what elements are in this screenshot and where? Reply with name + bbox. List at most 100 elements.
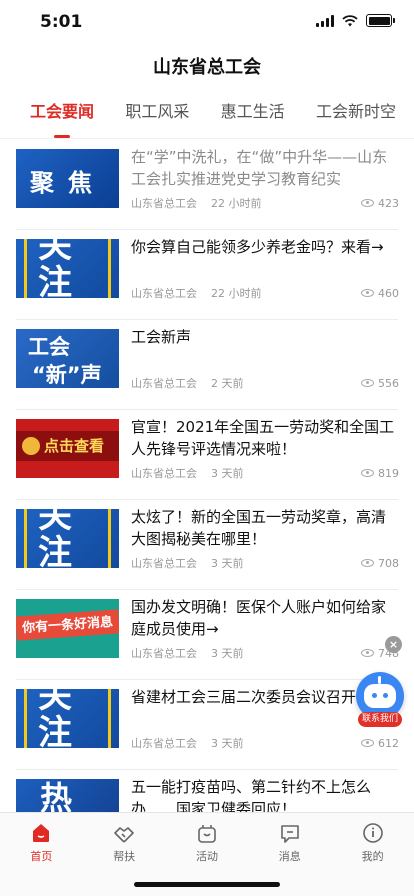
- profile-icon: [362, 823, 383, 843]
- thumbnail-stripe: [108, 689, 111, 748]
- wifi-icon: [342, 14, 358, 26]
- news-thumbnail: 聚焦: [16, 149, 119, 208]
- view-count: 460: [378, 286, 399, 300]
- eye-icon: [361, 199, 374, 207]
- battery-icon: [366, 14, 395, 27]
- eye-icon: [361, 379, 374, 387]
- tabbar-label: 帮扶: [113, 850, 136, 863]
- thumbnail-text: 注: [38, 533, 72, 568]
- medal-icon: [22, 437, 40, 455]
- news-views: 612: [361, 737, 399, 750]
- thumbnail-stripe: [108, 509, 111, 568]
- news-title: 你会算自己能领多少养老金吗？来看→: [131, 238, 384, 256]
- list-item[interactable]: 热 五一能打疫苗吗、第二针约不上怎么办……国家卫健委回应！: [16, 770, 398, 812]
- tabbar-label: 首页: [30, 850, 53, 863]
- handshake-icon: [114, 827, 134, 843]
- news-title: 在“学”中洗礼，在“做”中升华——山东工会扎实推进党史学习教育纪实: [131, 148, 388, 188]
- list-item[interactable]: 关 注 太炫了！新的全国五一劳动奖章，高清大图揭秘美在哪里！ 山东省总工会 3 …: [16, 500, 399, 590]
- news-title: 五一能打疫苗吗、第二针约不上怎么办……国家卫健委回应！: [131, 778, 372, 812]
- news-thumbnail: 热: [16, 779, 119, 812]
- eye-icon: [361, 739, 374, 747]
- thumbnail-text: 关: [38, 509, 72, 536]
- eye-icon: [361, 649, 374, 657]
- view-count: 423: [378, 196, 399, 210]
- tab-benefit-life[interactable]: 惠工生活: [221, 92, 285, 136]
- view-count: 819: [378, 466, 399, 480]
- header: 山东省总工会: [0, 46, 414, 90]
- tab-union-news[interactable]: 工会要闻: [30, 92, 94, 138]
- activity-bag-icon: [198, 825, 216, 843]
- view-count: 612: [378, 736, 399, 750]
- news-title: 国办发文明确！医保个人账户如何给家庭成员使用→: [131, 598, 387, 638]
- news-source: 山东省总工会: [131, 287, 197, 300]
- eye-icon: [361, 559, 374, 567]
- news-views: 708: [361, 557, 399, 570]
- news-time: 3 天前: [211, 467, 244, 480]
- home-icon: [33, 824, 50, 842]
- news-time: 3 天前: [211, 647, 244, 660]
- news-meta: 山东省总工会 22 小时前 423: [131, 195, 399, 211]
- view-count: 556: [378, 376, 399, 390]
- news-thumbnail: 点击查看: [16, 419, 119, 478]
- tabbar-mine[interactable]: 我的: [331, 813, 414, 896]
- contact-us-label[interactable]: 联系我们: [358, 712, 402, 727]
- news-views: 423: [361, 197, 399, 210]
- tab-union-new-era[interactable]: 工会新时空: [316, 92, 396, 136]
- thumbnail-stripe: [24, 239, 27, 298]
- news-source: 山东省总工会: [131, 197, 197, 210]
- list-item[interactable]: 聚焦 在“学”中洗礼，在“做”中升华——山东工会扎实推进党史学习教育纪实 山东省…: [16, 140, 399, 230]
- news-thumbnail: 关 注: [16, 689, 119, 748]
- thumbnail-text: 注: [38, 263, 72, 298]
- thumbnail-text: 点击查看: [44, 437, 105, 455]
- tabs-divider: [0, 138, 414, 139]
- list-item[interactable]: 点击查看 官宣！2021年全国五一劳动奖和全国工人先锋号评选情况来啦！ 山东省总…: [16, 410, 399, 500]
- news-meta: 山东省总工会 3 天前 748: [131, 645, 399, 661]
- list-item[interactable]: 你有一条好消息 国办发文明确！医保个人账户如何给家庭成员使用→ 山东省总工会 3…: [16, 590, 399, 680]
- thumbnail-text: 聚焦: [30, 169, 106, 197]
- list-item[interactable]: 关 注 省建材工会三届二次委员会议召开 山东省总工会 3 天前 612: [16, 680, 399, 770]
- news-meta: 山东省总工会 2 天前 556: [131, 375, 399, 391]
- list-item[interactable]: 关 注 你会算自己能领多少养老金吗？来看→ 山东省总工会 22 小时前 460: [16, 230, 399, 320]
- news-meta: 山东省总工会 3 天前 819: [131, 465, 399, 481]
- news-source: 山东省总工会: [131, 557, 197, 570]
- status-time: 5:01: [40, 12, 83, 32]
- robot-eye: [372, 693, 377, 698]
- news-thumbnail: 工会 “新”声: [16, 329, 119, 388]
- thumbnail-text: “新”声: [32, 363, 102, 387]
- news-source: 山东省总工会: [131, 467, 197, 480]
- cellular-signal-icon: [316, 14, 334, 27]
- news-list: 聚焦 在“学”中洗礼，在“做”中升华——山东工会扎实推进党史学习教育纪实 山东省…: [0, 140, 414, 812]
- news-source: 山东省总工会: [131, 647, 197, 660]
- tabbar-label: 消息: [278, 850, 301, 863]
- news-views: 819: [361, 467, 399, 480]
- news-thumbnail: 关 注: [16, 239, 119, 298]
- message-icon: [280, 825, 299, 843]
- news-title: 太炫了！新的全国五一劳动奖章，高清大图揭秘美在哪里！: [131, 508, 387, 548]
- robot-antenna: [378, 676, 381, 684]
- news-time: 22 小时前: [211, 287, 262, 300]
- news-meta: 山东省总工会 3 天前 708: [131, 555, 399, 571]
- thumbnail-stripe: [24, 689, 27, 748]
- close-assistant-button[interactable]: ×: [385, 636, 402, 653]
- thumbnail-text: 关: [38, 689, 72, 716]
- list-item[interactable]: 工会 “新”声 工会新声 山东省总工会 2 天前 556: [16, 320, 399, 410]
- news-title: 官宣！2021年全国五一劳动奖和全国工人先锋号评选情况来啦！: [131, 418, 395, 458]
- news-title: 工会新声: [131, 328, 192, 346]
- category-tabs: 工会要闻 职工风采 惠工生活 工会新时空: [0, 92, 414, 138]
- view-count: 708: [378, 556, 399, 570]
- news-meta: 山东省总工会 3 天前 612: [131, 735, 399, 751]
- news-source: 山东省总工会: [131, 377, 197, 390]
- thumbnail-stripe: [24, 509, 27, 568]
- thumbnail-text: 关: [38, 239, 72, 266]
- tabbar-home[interactable]: 首页: [0, 813, 83, 896]
- tabbar-label: 我的: [361, 850, 384, 863]
- status-bar: 5:01: [0, 0, 414, 46]
- news-views: 556: [361, 377, 399, 390]
- eye-icon: [361, 289, 374, 297]
- thumbnail-stripe: [108, 239, 111, 298]
- news-time: 2 天前: [211, 377, 244, 390]
- tab-worker-style[interactable]: 职工风采: [125, 92, 189, 136]
- robot-face: [364, 684, 396, 708]
- eye-icon: [361, 469, 374, 477]
- robot-eye: [383, 693, 388, 698]
